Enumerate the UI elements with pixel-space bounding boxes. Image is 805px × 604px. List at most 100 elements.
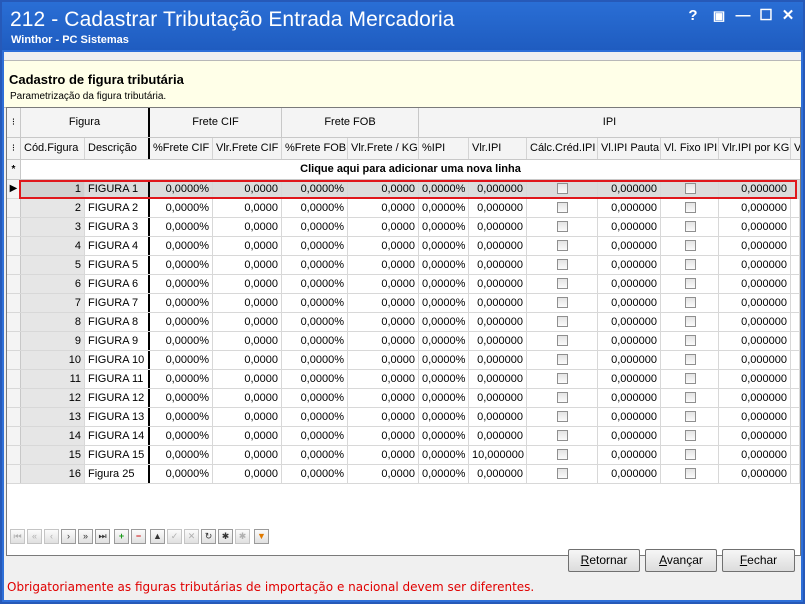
cell-frete-cif-vlr[interactable]: 0,0000 bbox=[213, 370, 282, 388]
cell-frete-cif-pct[interactable]: 0,0000% bbox=[150, 427, 213, 445]
cell-calc-cred-ipi[interactable] bbox=[527, 199, 598, 217]
cell-descricao[interactable]: FIGURA 8 bbox=[85, 313, 150, 331]
cell-ipi-pct[interactable]: 0,0000% bbox=[419, 218, 469, 236]
row-indicator[interactable] bbox=[7, 313, 21, 331]
cell-frete-cif-vlr[interactable]: 0,0000 bbox=[213, 256, 282, 274]
cell-ipi-pct[interactable]: 0,0000% bbox=[419, 294, 469, 312]
cell-frete-fob-pct[interactable]: 0,0000% bbox=[282, 408, 348, 426]
cell-frete-kg[interactable]: 0,0000 bbox=[348, 408, 419, 426]
cell-frete-kg[interactable]: 0,0000 bbox=[348, 332, 419, 350]
cell-ipi-pauta[interactable]: 0,000000 bbox=[598, 275, 661, 293]
cell-frete-cif-vlr[interactable]: 0,0000 bbox=[213, 218, 282, 236]
cell-frete-cif-vlr[interactable]: 0,0000 bbox=[213, 427, 282, 445]
cell-descricao[interactable]: FIGURA 11 bbox=[85, 370, 150, 388]
cell-ipi-vlr[interactable]: 0,000000 bbox=[469, 275, 527, 293]
cell-ipi-kg[interactable]: 0,000000 bbox=[719, 370, 791, 388]
cell-calc-cred-ipi[interactable] bbox=[527, 351, 598, 369]
table-row[interactable]: 16 Figura 25 0,0000% 0,0000 0,0000% 0,0000 0,0… bbox=[7, 465, 800, 484]
cell-ipi-vlr[interactable]: 0,000000 bbox=[469, 351, 527, 369]
cell-cod-figura[interactable]: 1 bbox=[21, 180, 85, 198]
cell-cod-figura[interactable]: 10 bbox=[21, 351, 85, 369]
row-indicator[interactable] bbox=[7, 256, 21, 274]
cell-ipi-vlr[interactable]: 0,000000 bbox=[469, 427, 527, 445]
cell-ipi-vlr[interactable]: 0,000000 bbox=[469, 294, 527, 312]
cell-frete-cif-pct[interactable]: 0,0000% bbox=[150, 370, 213, 388]
cell-ipi-vlr[interactable]: 0,000000 bbox=[469, 389, 527, 407]
col-descricao[interactable]: Descrição bbox=[85, 138, 150, 159]
prev-record-icon[interactable]: ‹ bbox=[44, 529, 59, 544]
table-row[interactable]: 5 FIGURA 5 0,0000% 0,0000 0,0000% 0,0000 0,000… bbox=[7, 256, 800, 275]
cell-ipi-pauta[interactable]: 0,000000 bbox=[598, 332, 661, 350]
cell-frete-cif-vlr[interactable]: 0,0000 bbox=[213, 332, 282, 350]
cell-ipi-kg[interactable]: 0,000000 bbox=[719, 332, 791, 350]
checkbox[interactable] bbox=[684, 202, 696, 213]
cell-frete-cif-pct[interactable]: 0,0000% bbox=[150, 313, 213, 331]
cell-ipi-kg[interactable]: 0,000000 bbox=[719, 180, 791, 198]
cell-frete-cif-vlr[interactable]: 0,0000 bbox=[213, 275, 282, 293]
cell-frete-kg[interactable]: 0,0000 bbox=[348, 294, 419, 312]
cell-ipi-kg[interactable]: 0,000000 bbox=[719, 446, 791, 464]
cell-fixo-ipi[interactable] bbox=[661, 465, 719, 483]
cell-frete-cif-pct[interactable]: 0,0000% bbox=[150, 256, 213, 274]
col-ipi-vlr[interactable]: Vlr.IPI bbox=[469, 138, 527, 159]
cell-calc-cred-ipi[interactable] bbox=[527, 446, 598, 464]
bookmark-icon[interactable]: ✱ bbox=[218, 529, 233, 544]
cell-frete-cif-pct[interactable]: 0,0000% bbox=[150, 294, 213, 312]
cell-truncated[interactable] bbox=[791, 370, 800, 388]
table-row[interactable]: ▶ 1 FIGURA 1 0,0000% 0,0000 0,0000% 0,0000 0,00… bbox=[7, 180, 800, 199]
goto-bookmark-icon[interactable]: ✱ bbox=[235, 529, 250, 544]
cell-ipi-pauta[interactable]: 0,000000 bbox=[598, 446, 661, 464]
cell-cod-figura[interactable]: 11 bbox=[21, 370, 85, 388]
cell-frete-cif-vlr[interactable]: 0,0000 bbox=[213, 351, 282, 369]
cell-ipi-vlr[interactable]: 0,000000 bbox=[469, 370, 527, 388]
cell-fixo-ipi[interactable] bbox=[661, 237, 719, 255]
col-frete-fob-pct[interactable]: %Frete FOB bbox=[282, 138, 348, 159]
table-row[interactable]: 7 FIGURA 7 0,0000% 0,0000 0,0000% 0,0000 0,000… bbox=[7, 294, 800, 313]
checkbox[interactable] bbox=[684, 297, 696, 308]
row-indicator[interactable] bbox=[7, 351, 21, 369]
cell-ipi-pauta[interactable]: 0,000000 bbox=[598, 180, 661, 198]
cell-frete-cif-pct[interactable]: 0,0000% bbox=[150, 218, 213, 236]
cell-cod-figura[interactable]: 9 bbox=[21, 332, 85, 350]
cell-frete-fob-pct[interactable]: 0,0000% bbox=[282, 256, 348, 274]
col-ipi-kg[interactable]: Vlr.IPI por KG bbox=[719, 138, 791, 159]
cell-frete-fob-pct[interactable]: 0,0000% bbox=[282, 275, 348, 293]
cell-cod-figura[interactable]: 15 bbox=[21, 446, 85, 464]
fechar-button[interactable]: Fechar bbox=[722, 549, 795, 572]
cell-cod-figura[interactable]: 3 bbox=[21, 218, 85, 236]
cell-truncated[interactable] bbox=[791, 389, 800, 407]
cell-frete-kg[interactable]: 0,0000 bbox=[348, 218, 419, 236]
restore-icon[interactable]: ▣ bbox=[710, 7, 728, 25]
table-row[interactable]: 15 FIGURA 15 0,0000% 0,0000 0,0000% 0,0000 0,0… bbox=[7, 446, 800, 465]
cell-truncated[interactable] bbox=[791, 218, 800, 236]
cell-ipi-pct[interactable]: 0,0000% bbox=[419, 199, 469, 217]
band-frete-fob[interactable]: Frete FOB bbox=[282, 108, 419, 137]
cell-ipi-vlr[interactable]: 10,000000 bbox=[469, 446, 527, 464]
cell-frete-kg[interactable]: 0,0000 bbox=[348, 427, 419, 445]
help-icon[interactable]: ? bbox=[684, 7, 702, 25]
cell-fixo-ipi[interactable] bbox=[661, 275, 719, 293]
cell-frete-fob-pct[interactable]: 0,0000% bbox=[282, 465, 348, 483]
cell-ipi-kg[interactable]: 0,000000 bbox=[719, 237, 791, 255]
table-row[interactable]: 6 FIGURA 6 0,0000% 0,0000 0,0000% 0,0000 0,000… bbox=[7, 275, 800, 294]
cell-ipi-pct[interactable]: 0,0000% bbox=[419, 427, 469, 445]
cell-calc-cred-ipi[interactable] bbox=[527, 465, 598, 483]
col-ipi-pct[interactable]: %IPI bbox=[419, 138, 469, 159]
cell-fixo-ipi[interactable] bbox=[661, 199, 719, 217]
checkbox[interactable] bbox=[684, 354, 696, 365]
cell-frete-fob-pct[interactable]: 0,0000% bbox=[282, 199, 348, 217]
cell-cod-figura[interactable]: 6 bbox=[21, 275, 85, 293]
cell-calc-cred-ipi[interactable] bbox=[527, 332, 598, 350]
cell-descricao[interactable]: FIGURA 13 bbox=[85, 408, 150, 426]
cell-frete-cif-pct[interactable]: 0,0000% bbox=[150, 465, 213, 483]
cell-frete-kg[interactable]: 0,0000 bbox=[348, 370, 419, 388]
checkbox[interactable] bbox=[684, 430, 696, 441]
cell-ipi-kg[interactable]: 0,000000 bbox=[719, 389, 791, 407]
col-cod-figura[interactable]: Cód.Figura bbox=[21, 138, 85, 159]
table-row[interactable]: 14 FIGURA 14 0,0000% 0,0000 0,0000% 0,0000 0,0… bbox=[7, 427, 800, 446]
cell-truncated[interactable] bbox=[791, 427, 800, 445]
cell-ipi-vlr[interactable]: 0,000000 bbox=[469, 313, 527, 331]
cell-frete-cif-vlr[interactable]: 0,0000 bbox=[213, 389, 282, 407]
cell-frete-cif-pct[interactable]: 0,0000% bbox=[150, 408, 213, 426]
cell-ipi-pct[interactable]: 0,0000% bbox=[419, 351, 469, 369]
